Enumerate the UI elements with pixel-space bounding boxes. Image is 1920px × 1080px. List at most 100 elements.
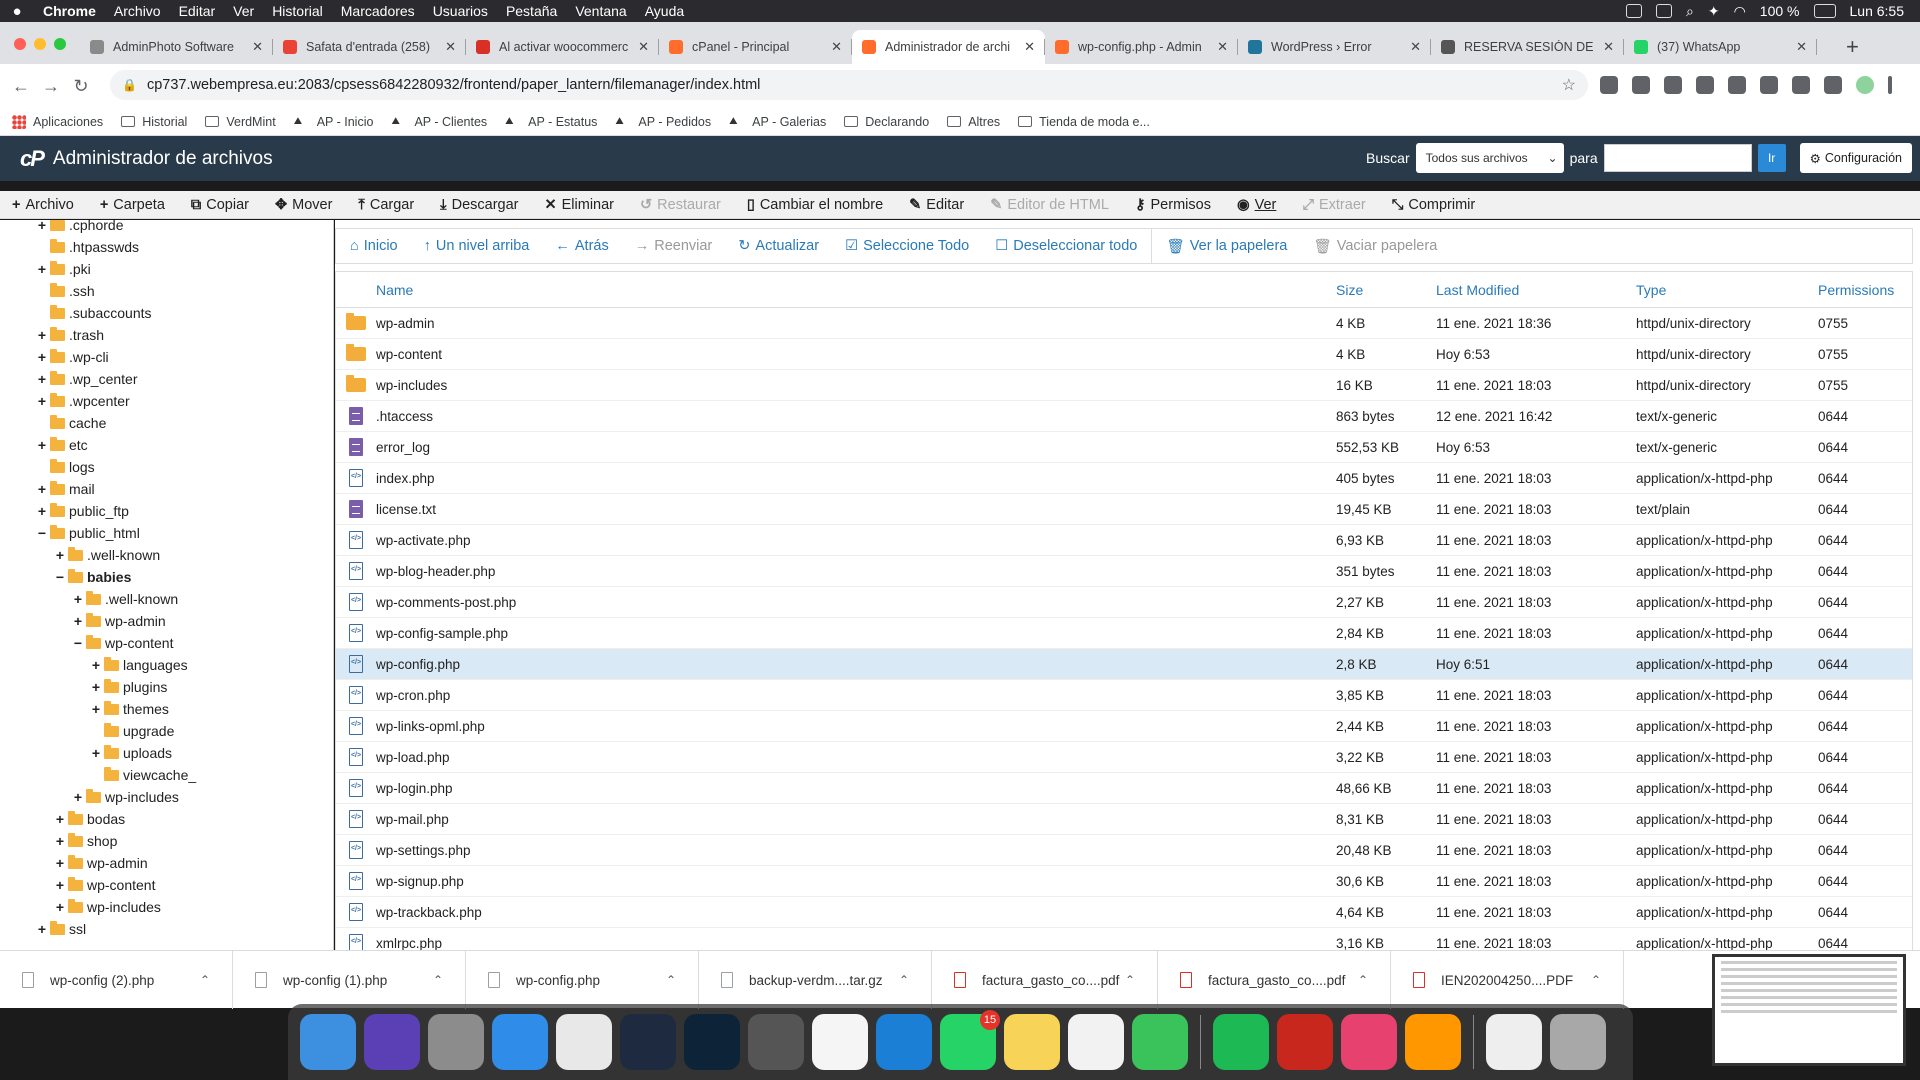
browser-tab[interactable]: (37) WhatsApp ✕ xyxy=(1624,30,1817,64)
tree-node[interactable]: upgrade xyxy=(90,720,174,742)
reload-icon[interactable]: ↻ xyxy=(66,76,96,97)
tree-node[interactable]: + mail xyxy=(36,478,95,500)
expand-toggle-icon[interactable]: + xyxy=(36,503,48,519)
expand-toggle-icon[interactable]: + xyxy=(54,547,66,563)
expand-toggle-icon[interactable]: + xyxy=(36,393,48,409)
extension-icon[interactable] xyxy=(1760,76,1778,94)
bookmark-item[interactable]: Tienda de moda e... xyxy=(1018,115,1150,129)
tree-node[interactable]: − babies xyxy=(54,566,131,588)
menu-icon[interactable] xyxy=(1888,76,1892,94)
minimize-window-button[interactable] xyxy=(34,38,46,50)
bookmark-item[interactable]: Historial xyxy=(121,115,187,129)
trello-icon[interactable] xyxy=(876,1014,932,1070)
extension-icon[interactable] xyxy=(1632,76,1650,94)
reminders-icon[interactable] xyxy=(1068,1014,1124,1070)
tree-node[interactable]: − public_html xyxy=(36,522,140,544)
table-row[interactable]: </> xmlrpc.php 3,16 KB 11 ene. 2021 18:03 ap… xyxy=(336,928,1912,950)
bookmark-item[interactable]: ⛰ AP - Galerias xyxy=(729,115,826,129)
trash-icon[interactable] xyxy=(1550,1014,1606,1070)
browser-tab[interactable]: WordPress › Error ✕ xyxy=(1238,30,1431,64)
menu-item[interactable]: Ventana xyxy=(566,3,635,19)
expand-toggle-icon[interactable]: + xyxy=(36,261,48,277)
chevron-up-icon[interactable]: ⌃ xyxy=(433,973,443,987)
profile-avatar[interactable] xyxy=(1856,76,1874,94)
sublime-icon[interactable] xyxy=(1405,1014,1461,1070)
bookmark-item[interactable]: Altres xyxy=(947,115,1000,129)
search-scope-select[interactable]: Todos sus archivos ⌄ xyxy=(1415,143,1564,173)
bookmark-item[interactable]: VerdMint xyxy=(205,115,276,129)
action-restaurar[interactable]: ↺ Restaurar xyxy=(640,197,721,213)
table-row[interactable]: </> wp-cron.php 3,85 KB 11 ene. 2021 18:03 a… xyxy=(336,680,1912,711)
apple-icon[interactable]: ● xyxy=(0,3,34,20)
expand-toggle-icon[interactable]: + xyxy=(54,877,66,893)
action-cargar[interactable]: ⤒ Cargar xyxy=(358,197,414,213)
bookmark-item[interactable]: ⛰ AP - Inicio xyxy=(294,115,374,129)
nav-reenviar[interactable]: → Reenviar xyxy=(635,238,713,254)
table-row[interactable]: wp-includes 16 KB 11 ene. 2021 18:03 httpd/… xyxy=(336,370,1912,401)
tree-node[interactable]: viewcache_ xyxy=(90,764,196,786)
nav-actualizar[interactable]: ↻ Actualizar xyxy=(738,238,819,254)
tree-node[interactable]: + bodas xyxy=(54,808,125,830)
menu-item[interactable]: Ayuda xyxy=(636,3,693,19)
nav-atrás[interactable]: ← Atrás xyxy=(555,238,608,254)
nav-ver-la-papelera[interactable]: 🗑 Ver la papelera xyxy=(1166,238,1287,255)
expand-toggle-icon[interactable]: + xyxy=(72,591,84,607)
col-type[interactable]: Type xyxy=(1636,282,1818,298)
tree-node[interactable]: + wp-includes xyxy=(54,896,161,918)
table-row[interactable]: </> wp-comments-post.php 2,27 KB 11 ene. 20… xyxy=(336,587,1912,618)
tree-node[interactable]: + .wp-cli xyxy=(36,346,109,368)
action-mover[interactable]: ✥ Mover xyxy=(275,197,332,213)
expand-toggle-icon[interactable]: + xyxy=(54,833,66,849)
action-carpeta[interactable]: + Carpeta xyxy=(100,197,165,213)
zoom-window-button[interactable] xyxy=(54,38,66,50)
menu-item[interactable]: Ver xyxy=(224,3,263,19)
tree-node[interactable]: + shop xyxy=(54,830,117,852)
browser-tab[interactable]: AdminPhoto Software ✕ xyxy=(80,30,273,64)
address-bar[interactable]: 🔒 cp737.webempresa.eu:2083/cpsess6842280… xyxy=(110,70,1588,100)
action-archivo[interactable]: + Archivo xyxy=(12,197,74,213)
spotify-icon[interactable] xyxy=(1213,1014,1269,1070)
download-item[interactable]: wp-config (1).php ⌃ xyxy=(233,951,466,1009)
col-size[interactable]: Size xyxy=(1336,282,1436,298)
expand-toggle-icon[interactable]: + xyxy=(36,437,48,453)
table-row[interactable]: </> wp-login.php 48,66 KB 11 ene. 2021 18:0… xyxy=(336,773,1912,804)
expand-toggle-icon[interactable]: + xyxy=(36,481,48,497)
table-row[interactable]: </> wp-blog-header.php 351 bytes 11 ene. 20… xyxy=(336,556,1912,587)
table-row[interactable]: </> wp-signup.php 30,6 KB 11 ene. 2021 18:0… xyxy=(336,866,1912,897)
photoshop-icon[interactable] xyxy=(684,1014,740,1070)
tree-node[interactable]: + ssl xyxy=(36,918,86,940)
cpanel-logo[interactable]: cP xyxy=(20,146,45,172)
table-row[interactable]: wp-content 4 KB Hoy 6:53 httpd/unix-directo… xyxy=(336,339,1912,370)
expand-toggle-icon[interactable]: + xyxy=(54,811,66,827)
browser-tab[interactable]: Safata d'entrada (258) ✕ xyxy=(273,30,466,64)
forward-icon[interactable]: → xyxy=(36,76,66,97)
browser-tab[interactable]: Al activar woocommerc ✕ xyxy=(466,30,659,64)
document-icon[interactable] xyxy=(1486,1014,1542,1070)
close-icon[interactable]: ✕ xyxy=(252,39,263,55)
extension-icon[interactable] xyxy=(1792,76,1810,94)
whatsapp-icon[interactable]: 15 xyxy=(940,1010,1000,1070)
table-row[interactable]: license.txt 19,45 KB 11 ene. 2021 18:03 tex… xyxy=(336,494,1912,525)
tree-node[interactable]: + wp-admin xyxy=(72,610,166,632)
chevron-up-icon[interactable]: ⌃ xyxy=(666,973,676,987)
expand-toggle-icon[interactable]: + xyxy=(54,899,66,915)
action-editar[interactable]: ✎ Editar xyxy=(909,197,964,213)
nav-un-nivel-arriba[interactable]: ↑ Un nivel arriba xyxy=(424,238,530,254)
bookmark-star-icon[interactable]: ☆ xyxy=(1562,75,1576,95)
download-item[interactable]: backup-verdm....tar.gz ⌃ xyxy=(699,951,932,1009)
chevron-up-icon[interactable]: ⌃ xyxy=(1358,973,1368,987)
nav-inicio[interactable]: ⌂ Inicio xyxy=(350,238,398,254)
table-row[interactable]: </> wp-settings.php 20,48 KB 11 ene. 2021 1… xyxy=(336,835,1912,866)
browser-tab[interactable]: Administrador de archi ✕ xyxy=(852,30,1045,64)
notes-icon[interactable] xyxy=(1004,1014,1060,1070)
close-icon[interactable]: ✕ xyxy=(1410,39,1421,55)
close-window-button[interactable] xyxy=(14,38,26,50)
expand-toggle-icon[interactable]: + xyxy=(72,613,84,629)
nav-deseleccionar-todo[interactable]: ☐ Deseleccionar todo xyxy=(995,238,1137,254)
table-row[interactable]: .htaccess 863 bytes 12 ene. 2021 16:42 text… xyxy=(336,401,1912,432)
tree-node[interactable]: + wp-admin xyxy=(54,852,148,874)
tree-node[interactable]: + .trash xyxy=(36,324,104,346)
clock[interactable]: Lun 6:55 xyxy=(1850,3,1905,19)
extension-icon[interactable] xyxy=(1664,76,1682,94)
download-item[interactable]: IEN202004250....PDF ⌃ xyxy=(1391,951,1624,1009)
